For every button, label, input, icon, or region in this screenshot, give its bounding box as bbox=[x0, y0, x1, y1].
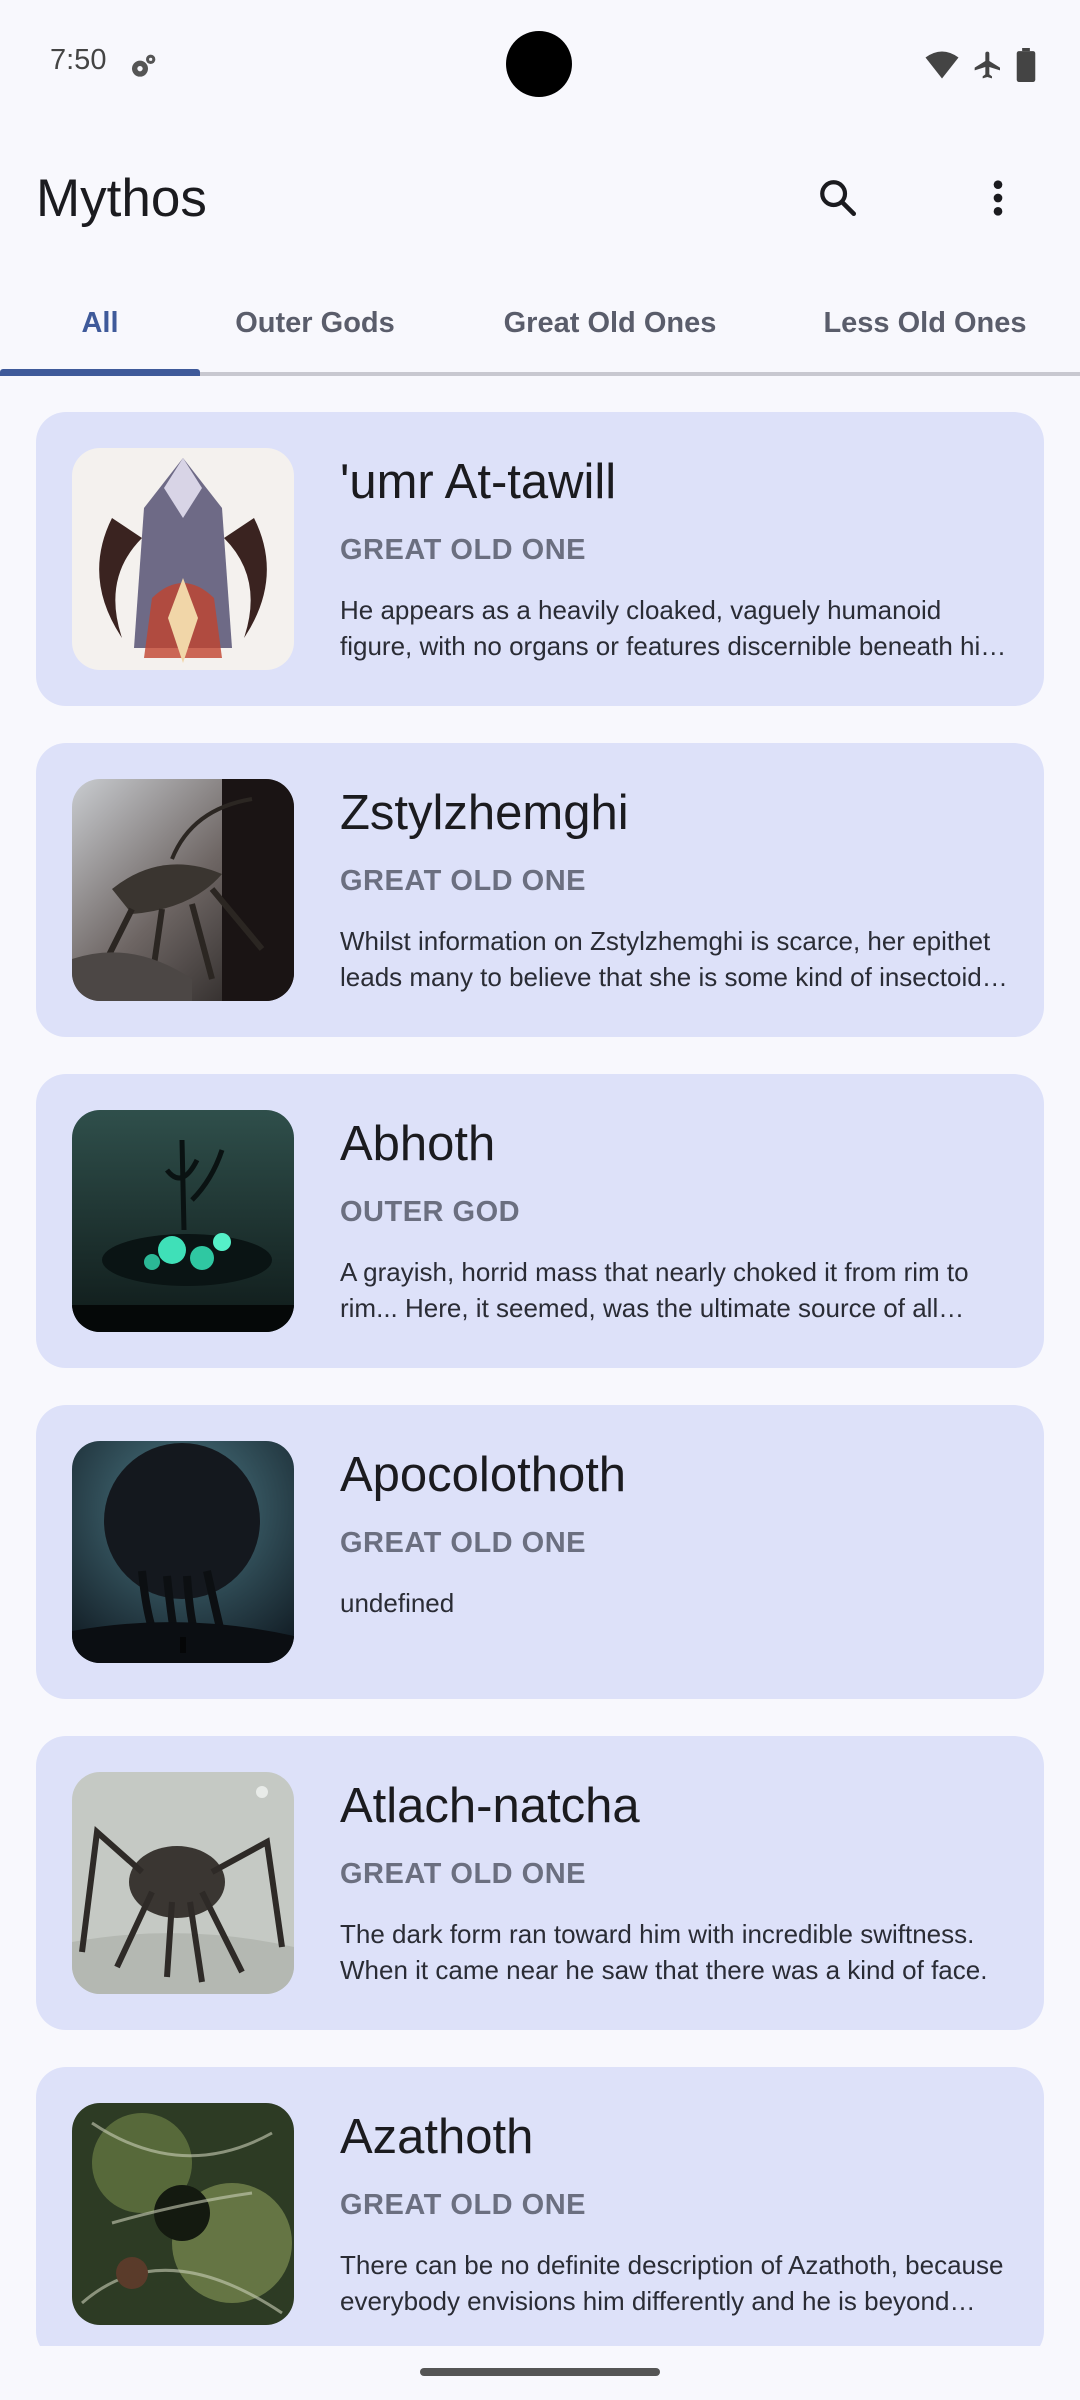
entity-description: Whilst information on Zstylzhemghi is sc… bbox=[340, 926, 991, 992]
entity-name: 'umr At-tawill bbox=[340, 455, 617, 509]
entity-image bbox=[72, 1772, 294, 1994]
entity-type: GREAT OLD ONE bbox=[340, 1858, 587, 1890]
entity-description: The dark form ran toward him with incred… bbox=[340, 1919, 988, 1985]
entity-image bbox=[72, 779, 294, 1001]
entity-name: Zstylzhemghi bbox=[340, 786, 629, 840]
settings-gear-status-icon bbox=[128, 50, 160, 82]
entity-name: Abhoth bbox=[340, 1117, 496, 1171]
more-options-button[interactable] bbox=[958, 158, 1038, 238]
entity-name: Apocolothoth bbox=[340, 1448, 627, 1502]
entity-type: GREAT OLD ONE bbox=[340, 534, 587, 566]
list-item[interactable]: Atlach-natcha GREAT OLD ONE The dark for… bbox=[36, 1736, 1044, 2030]
list-item[interactable]: Apocolothoth GREAT OLD ONE undefined bbox=[36, 1405, 1044, 1699]
wifi-icon bbox=[925, 51, 959, 79]
status-time: 7:50 bbox=[50, 44, 107, 76]
battery-icon bbox=[1016, 48, 1036, 82]
entity-image bbox=[72, 448, 294, 670]
more-vert-icon bbox=[993, 180, 1003, 216]
entity-name: Azathoth bbox=[340, 2110, 534, 2164]
active-tab-indicator bbox=[0, 369, 200, 376]
entity-type: GREAT OLD ONE bbox=[340, 1527, 587, 1559]
list-item[interactable]: Abhoth OUTER GOD A grayish, horrid mass … bbox=[36, 1074, 1044, 1368]
entity-image bbox=[72, 1110, 294, 1332]
search-button[interactable] bbox=[798, 158, 878, 238]
entity-image bbox=[72, 2103, 294, 2325]
entity-type: GREAT OLD ONE bbox=[340, 2189, 587, 2221]
entity-name: Atlach-natcha bbox=[340, 1779, 640, 1833]
entity-list[interactable]: 'umr At-tawill GREAT OLD ONE He appears … bbox=[36, 412, 1044, 2398]
airplane-icon bbox=[974, 51, 1000, 79]
entity-description: He appears as a heavily cloaked, vaguely… bbox=[340, 595, 994, 661]
camera-cutout bbox=[506, 31, 572, 97]
status-bar: 7:50 bbox=[0, 0, 1080, 130]
list-item[interactable]: 'umr At-tawill GREAT OLD ONE He appears … bbox=[36, 412, 1044, 706]
tab-less-old-ones[interactable]: Less Old Ones bbox=[800, 270, 1050, 376]
entity-type: OUTER GOD bbox=[340, 1196, 521, 1228]
search-icon bbox=[820, 180, 857, 217]
top-app-bar: Mythos bbox=[0, 130, 1080, 266]
entity-description: undefined bbox=[340, 1588, 455, 1618]
tab-all[interactable]: All bbox=[0, 270, 200, 376]
status-icons bbox=[924, 46, 1036, 84]
tab-outer-gods[interactable]: Outer Gods bbox=[200, 270, 430, 376]
entity-description: A grayish, horrid mass that nearly choke… bbox=[340, 1257, 969, 1323]
list-item[interactable]: Zstylzhemghi GREAT OLD ONE Whilst inform… bbox=[36, 743, 1044, 1037]
entity-type: GREAT OLD ONE bbox=[340, 865, 587, 897]
list-item[interactable]: Azathoth GREAT OLD ONE There can be no d… bbox=[36, 2067, 1044, 2361]
gesture-navigation-handle[interactable] bbox=[420, 2368, 660, 2376]
app-title: Mythos bbox=[36, 169, 207, 228]
entity-image bbox=[72, 1441, 294, 1663]
category-tabs: All Outer Gods Great Old Ones Less Old O… bbox=[0, 270, 1080, 376]
tab-great-old-ones[interactable]: Great Old Ones bbox=[470, 270, 750, 376]
entity-description: There can be no definite description of … bbox=[340, 2250, 1004, 2316]
